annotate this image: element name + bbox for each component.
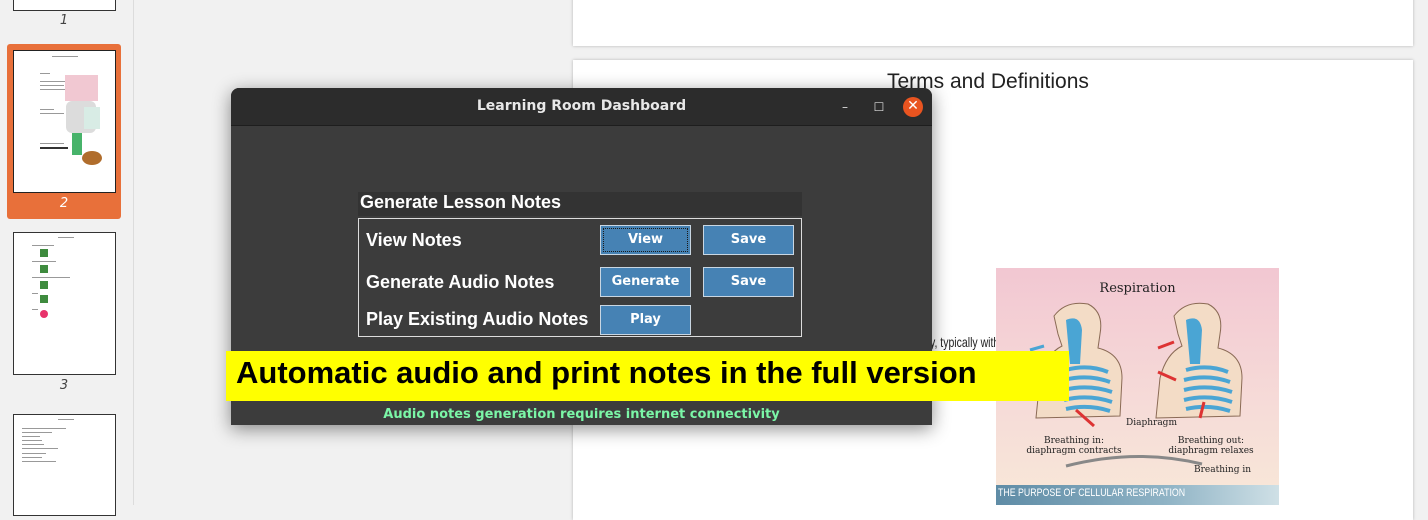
page-number-2: 2 — [59, 196, 69, 211]
page-number-3: 3 — [59, 378, 69, 393]
promo-banner: Automatic audio and print notes in the f… — [226, 351, 1069, 401]
save-notes-button[interactable]: Save — [703, 225, 794, 255]
generate-audio-button[interactable]: Generate — [600, 267, 691, 297]
page-thumbnail-2[interactable] — [13, 50, 116, 193]
maximize-button[interactable]: ☐ — [869, 97, 889, 117]
thumbnail-sidebar: 1 2 3 — [0, 0, 134, 516]
view-notes-label: View Notes — [366, 230, 462, 250]
page-body-text: y, typically with — [930, 334, 1000, 350]
caption-breathing-out: Breathing out: diaphragm relaxes — [1168, 436, 1254, 456]
close-button[interactable]: ✕ — [903, 97, 923, 117]
generate-audio-label: Generate Audio Notes — [366, 272, 555, 292]
caption-breathing-in-small: Breathing in — [1194, 465, 1251, 475]
play-audio-label: Play Existing Audio Notes — [366, 309, 589, 329]
window-titlebar[interactable]: Learning Room Dashboard – ☐ ✕ — [231, 88, 932, 126]
connectivity-note: Audio notes generation requires internet… — [383, 407, 780, 422]
page-thumbnail-3[interactable] — [13, 232, 116, 375]
minimize-button[interactable]: – — [835, 97, 855, 117]
view-notes-button[interactable]: View — [600, 225, 691, 255]
page-thumbnail-1[interactable] — [13, 0, 116, 11]
page-thumbnail-4[interactable] — [13, 414, 116, 516]
section-title: Generate Lesson Notes — [360, 192, 562, 212]
caption-breathing-in: Breathing in: diaphragm contracts — [1026, 436, 1122, 456]
figure-strip-text: THE PURPOSE OF CELLULAR RESPIRATION — [998, 487, 1186, 499]
promo-banner-text: Automatic audio and print notes in the f… — [236, 355, 977, 390]
play-audio-button[interactable]: Play — [600, 305, 691, 335]
page-number-1: 1 — [59, 13, 69, 28]
window-title: Learning Room Dashboard — [476, 98, 687, 114]
diaphragm-label: Diaphragm — [1126, 418, 1177, 428]
document-page-1 — [573, 0, 1413, 46]
save-audio-button[interactable]: Save — [703, 267, 794, 297]
